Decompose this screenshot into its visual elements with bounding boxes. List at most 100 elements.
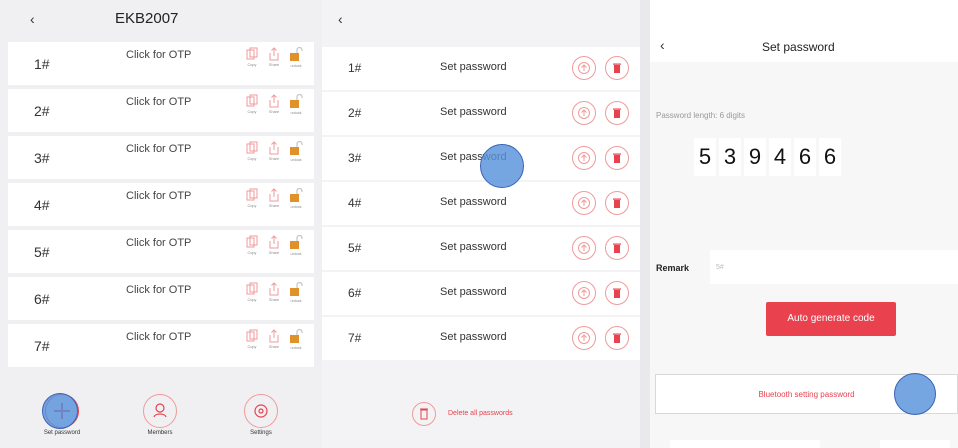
- share-button[interactable]: Share: [264, 47, 284, 79]
- members-label: Members: [147, 430, 173, 436]
- trash-icon: [613, 108, 621, 118]
- otp-link[interactable]: Click for OTP: [126, 143, 191, 155]
- list-item: 2# Click for OTP Copy Share unlock: [8, 89, 314, 132]
- delete-button[interactable]: [605, 101, 629, 125]
- touch-indicator: [480, 144, 524, 188]
- delete-button[interactable]: [605, 326, 629, 350]
- delete-button[interactable]: [605, 191, 629, 215]
- otp-link[interactable]: Click for OTP: [126, 284, 191, 296]
- upload-button[interactable]: [572, 101, 596, 125]
- otp-link[interactable]: Click for OTP: [126, 96, 191, 108]
- otp-list-panel: ‹ EKB2007 1# Click for OTP Copy Share un…: [0, 0, 322, 448]
- set-password-link[interactable]: Set password: [440, 286, 507, 298]
- bottom-bar-right: [880, 440, 950, 448]
- set-password-label: Set password: [43, 430, 81, 436]
- otp-link[interactable]: Click for OTP: [126, 49, 191, 61]
- share-label: Share: [268, 156, 280, 161]
- upload-icon: [578, 242, 590, 254]
- upload-icon: [578, 62, 590, 74]
- upload-button[interactable]: [572, 191, 596, 215]
- header: ‹: [322, 0, 640, 40]
- copy-icon: [246, 141, 258, 154]
- share-button[interactable]: Share: [264, 94, 284, 126]
- unlock-button[interactable]: unlock: [286, 235, 306, 267]
- delete-button[interactable]: [605, 281, 629, 305]
- copy-button[interactable]: Copy: [242, 141, 262, 173]
- set-password-link[interactable]: Set password: [440, 61, 507, 73]
- password-digit: 5: [694, 138, 716, 176]
- otp-link[interactable]: Click for OTP: [126, 190, 191, 202]
- trash-icon: [412, 402, 436, 426]
- unlock-button[interactable]: unlock: [286, 94, 306, 126]
- header: ‹ Set password: [650, 0, 958, 62]
- copy-button[interactable]: Copy: [242, 188, 262, 220]
- delete-all-button[interactable]: Delete all passwords: [412, 402, 572, 428]
- unlock-button[interactable]: unlock: [286, 47, 306, 79]
- unlock-icon: [290, 282, 303, 296]
- set-password-link[interactable]: Set password: [440, 196, 507, 208]
- password-digit: 6: [794, 138, 816, 176]
- list-item: 5# Set password: [322, 227, 640, 270]
- upload-button[interactable]: [572, 146, 596, 170]
- otp-link[interactable]: Click for OTP: [126, 237, 191, 249]
- upload-icon: [578, 152, 590, 164]
- upload-button[interactable]: [572, 326, 596, 350]
- copy-icon: [246, 329, 258, 342]
- delete-button[interactable]: [605, 236, 629, 260]
- share-button[interactable]: Share: [264, 188, 284, 220]
- delete-button[interactable]: [605, 56, 629, 80]
- copy-button[interactable]: Copy: [242, 282, 262, 314]
- unlock-icon: [290, 235, 303, 249]
- share-icon: [269, 188, 279, 202]
- slot-number: 5#: [34, 244, 50, 260]
- list-item: 1# Set password: [322, 47, 640, 90]
- delete-button[interactable]: [605, 146, 629, 170]
- auto-generate-label: Auto generate code: [787, 313, 875, 324]
- copy-icon: [246, 282, 258, 295]
- copy-button[interactable]: Copy: [242, 94, 262, 126]
- slot-number: 6#: [348, 286, 362, 300]
- back-arrow-icon[interactable]: ‹: [30, 12, 35, 26]
- copy-button[interactable]: Copy: [242, 235, 262, 267]
- unlock-button[interactable]: unlock: [286, 282, 306, 314]
- otp-link[interactable]: Click for OTP: [126, 331, 191, 343]
- upload-button[interactable]: [572, 236, 596, 260]
- back-arrow-icon[interactable]: ‹: [660, 38, 665, 52]
- auto-generate-button[interactable]: Auto generate code: [766, 302, 896, 336]
- share-label: Share: [268, 203, 280, 208]
- unlock-button[interactable]: unlock: [286, 141, 306, 173]
- upload-button[interactable]: [572, 281, 596, 305]
- copy-button[interactable]: Copy: [242, 47, 262, 79]
- gear-icon: [244, 394, 278, 428]
- members-tab[interactable]: Members: [135, 394, 185, 436]
- share-button[interactable]: Share: [264, 329, 284, 361]
- copy-label: Copy: [247, 344, 257, 349]
- unlock-button[interactable]: unlock: [286, 329, 306, 361]
- delete-all-label: Delete all passwords: [448, 410, 513, 417]
- share-button[interactable]: Share: [264, 141, 284, 173]
- share-button[interactable]: Share: [264, 235, 284, 267]
- copy-icon: [246, 188, 258, 201]
- touch-indicator: [42, 393, 78, 429]
- back-arrow-icon[interactable]: ‹: [338, 12, 343, 26]
- remark-input[interactable]: 5#: [716, 264, 724, 271]
- password-digit: 9: [744, 138, 766, 176]
- list-item: 4# Set password: [322, 182, 640, 225]
- set-password-link[interactable]: Set password: [440, 241, 507, 253]
- slot-number: 4#: [348, 196, 362, 210]
- copy-button[interactable]: Copy: [242, 329, 262, 361]
- set-password-link[interactable]: Set password: [440, 331, 507, 343]
- share-icon: [269, 282, 279, 296]
- copy-label: Copy: [247, 203, 257, 208]
- password-slots-panel: ‹ 1# Set password 2# Set password 3# Set…: [322, 0, 640, 448]
- copy-label: Copy: [247, 156, 257, 161]
- upload-button[interactable]: [572, 56, 596, 80]
- share-button[interactable]: Share: [264, 282, 284, 314]
- settings-tab[interactable]: Settings: [236, 394, 286, 436]
- unlock-icon: [290, 188, 303, 202]
- set-password-link[interactable]: Set password: [440, 106, 507, 118]
- copy-label: Copy: [247, 62, 257, 67]
- unlock-button[interactable]: unlock: [286, 188, 306, 220]
- header: ‹ EKB2007: [0, 0, 322, 40]
- list-item: 2# Set password: [322, 92, 640, 135]
